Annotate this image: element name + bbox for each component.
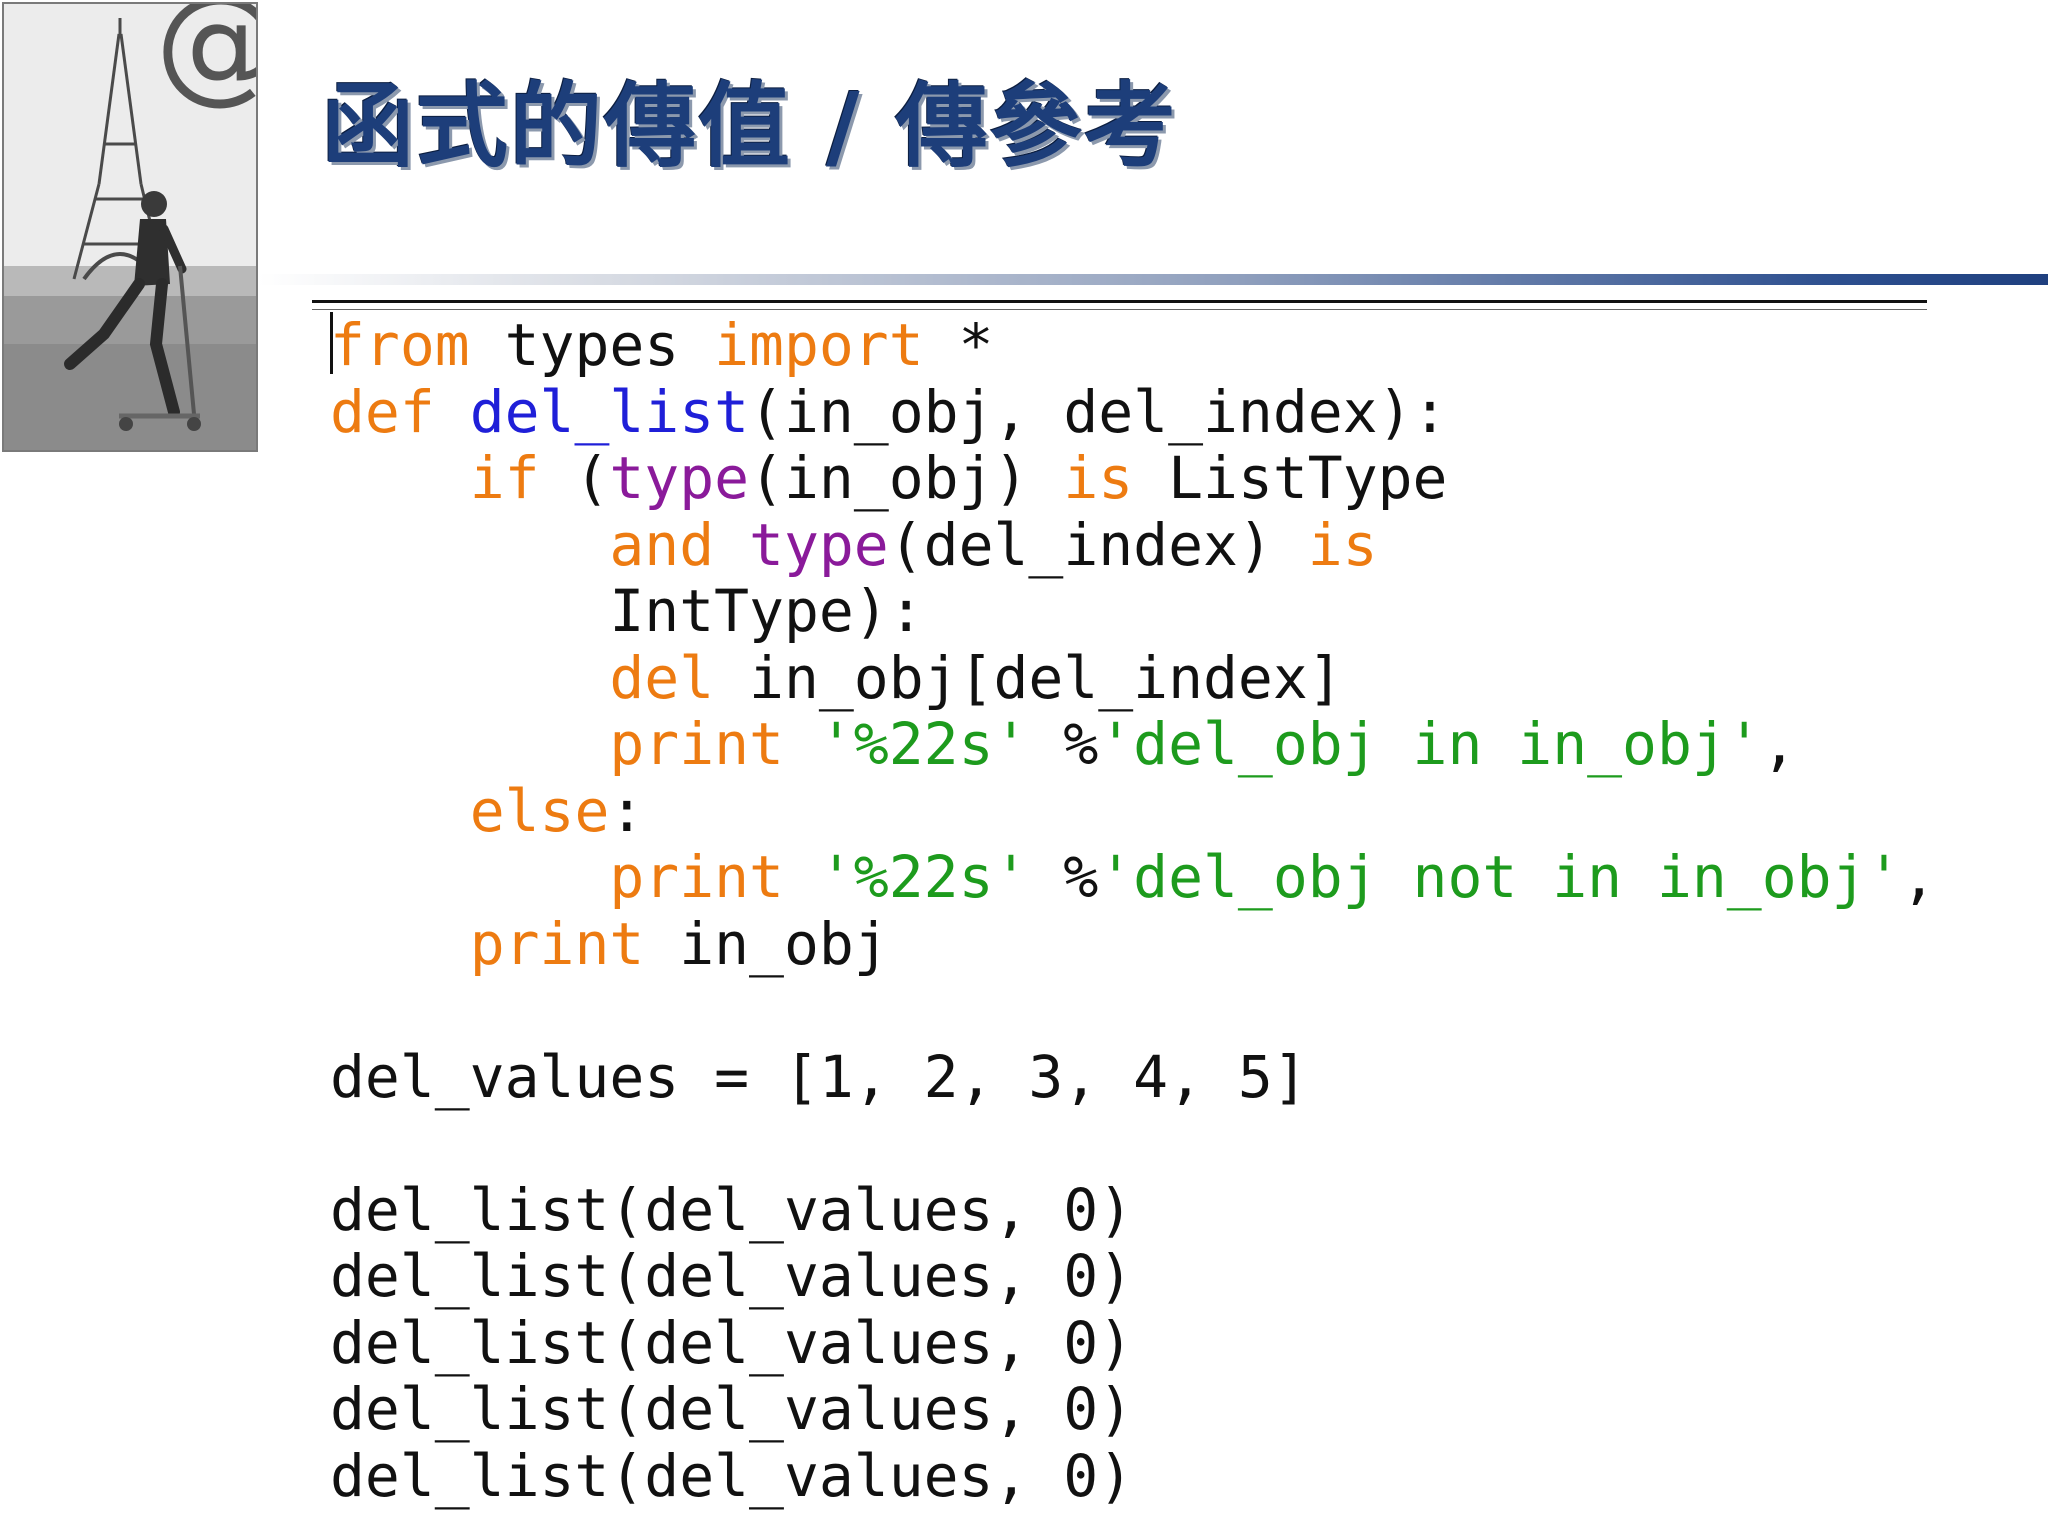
code-line: del_list(del_values, 0) (330, 1308, 1936, 1377)
slide-title: 函式的傳值 / 傳參考 (322, 73, 1178, 180)
code-block: from types import * def del_list(in_obj, … (330, 312, 1936, 1509)
code-token: import (714, 311, 924, 379)
code-line: del_list(del_values, 0) (330, 1376, 1936, 1443)
code-token: else (469, 776, 610, 845)
code-token: print (609, 710, 784, 778)
code-token: types (469, 311, 715, 379)
code-token: (in_obj, del_index): (749, 377, 1448, 446)
code-token: del_list(del_values, 0) (330, 1441, 1134, 1510)
code-token: * (923, 311, 994, 379)
photo-eiffel-tower-scooter: @ (2, 2, 258, 452)
code-line: and type(del_index) is (330, 510, 1936, 579)
code-token: in_obj (644, 909, 889, 978)
title-divider (258, 274, 2048, 285)
code-token: print (469, 909, 645, 978)
code-line: del_list(del_values, 0) (330, 1441, 1936, 1510)
code-token: ( (539, 444, 610, 512)
code-token: print (609, 843, 784, 911)
text-cursor (330, 312, 333, 374)
code-token: del_list (469, 377, 750, 446)
code-token: '%22s' (818, 843, 1029, 911)
code-line: def del_list(in_obj, del_index): (330, 377, 1936, 446)
code-token: (in_obj) (749, 444, 1064, 512)
code-token: : (609, 776, 645, 845)
code-token: (del_index) (888, 510, 1308, 579)
code-token: del_list(del_values, 0) (330, 1242, 1134, 1310)
code-token: is (1063, 444, 1134, 512)
code-line: print '%22s' %'del_obj not in in_obj', (330, 844, 1936, 911)
code-line: del_list(del_values, 0) (330, 1175, 1936, 1244)
at-logo: @ (154, 4, 256, 108)
code-token: del_list(del_values, 0) (330, 1308, 1134, 1377)
code-line: print in_obj (330, 909, 1936, 978)
code-token: '%22s' (818, 710, 1029, 778)
code-line: IntType): (330, 578, 1936, 645)
code-token: del_list(del_values, 0) (330, 1375, 1134, 1443)
code-token: , (1761, 710, 1797, 778)
code-top-rule (312, 300, 1927, 310)
code-token: type (609, 444, 750, 512)
code-token: ListType (1133, 444, 1448, 512)
code-token: del_list(del_values, 0) (330, 1175, 1134, 1244)
code-line: print '%22s' %'del_obj in in_obj', (330, 711, 1936, 778)
code-line: if (type(in_obj) is ListType (330, 445, 1936, 512)
code-token: from (330, 311, 470, 379)
code-token: % (1028, 710, 1099, 778)
code-token: del_values = [1, 2, 3, 4, 5] (330, 1042, 1308, 1111)
code-token: is (1307, 510, 1378, 579)
code-token: in_obj[del_index] (714, 643, 1343, 712)
code-token: 'del_obj in in_obj' (1098, 710, 1762, 778)
code-token: IntType): (330, 577, 924, 645)
code-line: del_values = [1, 2, 3, 4, 5] (330, 1042, 1936, 1111)
code-token: type (749, 510, 889, 579)
code-token: def (330, 377, 435, 446)
code-token: del (609, 643, 715, 712)
code-line: from types import * (330, 312, 1936, 379)
code-token: % (1028, 843, 1099, 911)
code-token: , (1901, 843, 1937, 911)
code-token: if (469, 444, 540, 512)
code-token: 'del_obj not in in_obj' (1098, 843, 1902, 911)
code-line: del in_obj[del_index] (330, 643, 1936, 712)
code-token: and (609, 510, 715, 579)
code-line: else: (330, 776, 1936, 845)
code-line: del_list(del_values, 0) (330, 1243, 1936, 1310)
